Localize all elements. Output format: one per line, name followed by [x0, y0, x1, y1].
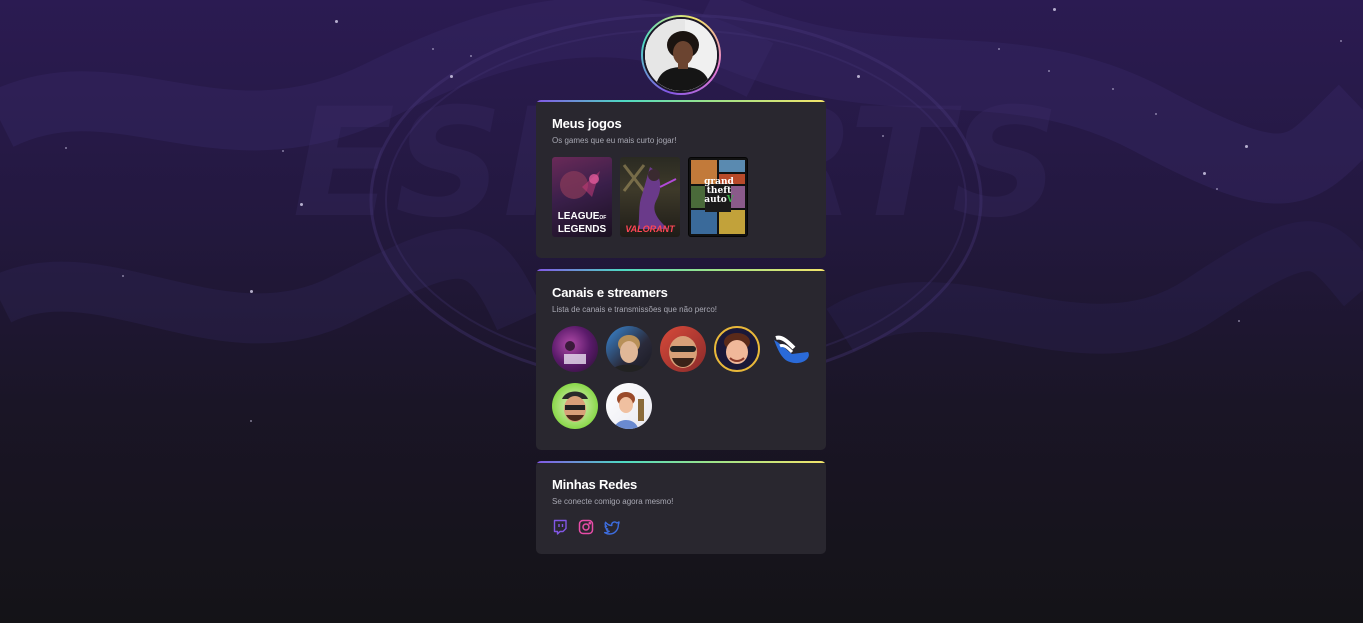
- streamer-avatar-5[interactable]: [768, 326, 814, 372]
- socials-card-title: Minhas Redes: [552, 477, 638, 492]
- lol-logo-of: OF: [599, 215, 607, 221]
- lol-logo-line2: LEGENDS: [557, 224, 607, 235]
- lol-logo-line1: LEAGUE: [557, 211, 600, 222]
- gta-logo: grand theft autoV: [702, 178, 736, 205]
- streamer-avatar-3[interactable]: [660, 326, 706, 372]
- streamers-card-title: Canais e streamers: [552, 285, 668, 300]
- social-links: [552, 519, 810, 535]
- streamer-avatar-6[interactable]: [552, 383, 598, 429]
- streamer-avatar-2[interactable]: [606, 326, 652, 372]
- valorant-logo: VALORANT: [625, 224, 675, 234]
- games-list: LEAGUEOF LEGENDS VALORANT grand theft au…: [552, 157, 810, 237]
- streamers-card-subtitle: Lista de canais e transmissões que não p…: [552, 305, 717, 314]
- socials-card: Minhas Redes Se conecte comigo agora mes…: [536, 461, 826, 554]
- streamer-avatar-1[interactable]: [552, 326, 598, 372]
- profile-avatar[interactable]: [641, 15, 721, 95]
- streamers-list: [552, 326, 822, 429]
- streamer-avatar-7[interactable]: [606, 383, 652, 429]
- socials-card-subtitle: Se conecte comigo agora mesmo!: [552, 497, 674, 506]
- streamers-card: Canais e streamers Lista de canais e tra…: [536, 269, 826, 450]
- games-card-title: Meus jogos: [552, 116, 622, 131]
- game-cover-gta-v[interactable]: grand theft autoV: [688, 157, 748, 237]
- game-cover-valorant[interactable]: VALORANT: [620, 157, 680, 237]
- twitter-icon[interactable]: [604, 519, 620, 535]
- gta-logo-v: V: [726, 195, 734, 205]
- profile-photo-icon: [643, 17, 719, 93]
- instagram-icon[interactable]: [578, 519, 594, 535]
- games-card: Meus jogos Os games que eu mais curto jo…: [536, 100, 826, 258]
- gta-logo-line3: auto: [704, 195, 727, 205]
- streamer-avatar-4[interactable]: [714, 326, 760, 372]
- twitch-icon[interactable]: [552, 519, 568, 535]
- games-card-subtitle: Os games que eu mais curto jogar!: [552, 136, 677, 145]
- lol-logo: LEAGUEOF LEGENDS: [552, 211, 612, 235]
- game-cover-league-of-legends[interactable]: LEAGUEOF LEGENDS: [552, 157, 612, 237]
